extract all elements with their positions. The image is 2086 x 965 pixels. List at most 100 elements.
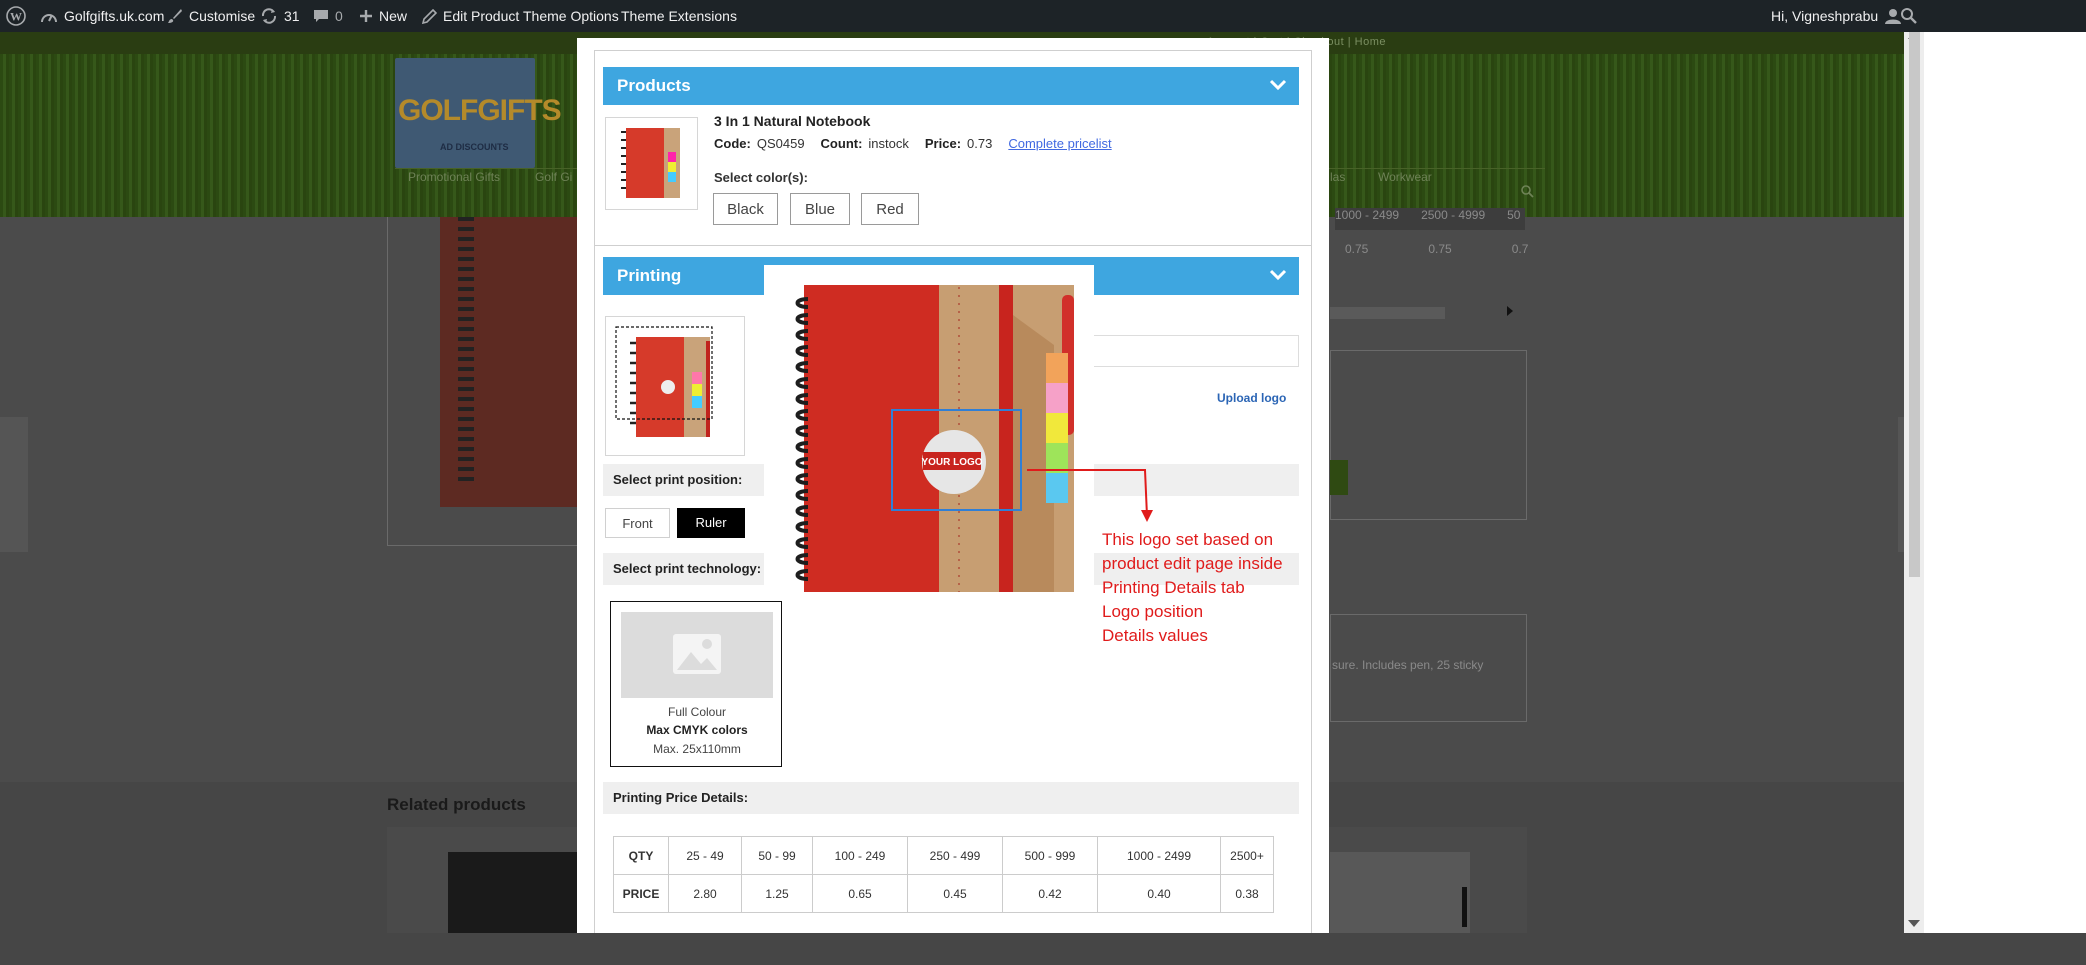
position-front-button[interactable]: Front [605, 508, 670, 538]
upload-logo-link[interactable]: Upload logo [1217, 391, 1286, 405]
technology-option-full-colour[interactable]: Full Colour Max CMYK colors Max. 25x110m… [610, 601, 782, 767]
user-greeting: Hi, Vigneshprabu [1771, 8, 1879, 24]
select-colors-label: Select color(s): [714, 170, 808, 185]
table-scrollbar[interactable] [1330, 307, 1445, 319]
edit-product-link[interactable]: Edit Product [422, 0, 519, 32]
site-name-link[interactable]: Golfgifts.uk.com [40, 0, 164, 32]
description-text: sure. Includes pen, 25 sticky [1332, 658, 1484, 672]
complete-pricelist-link[interactable]: Complete pricelist [1008, 136, 1111, 151]
edit-product-label: Edit Product [443, 8, 520, 24]
theme-extensions-label: Theme Extensions [621, 8, 737, 24]
table-cell: 0.7 [1511, 242, 1529, 256]
printing-price-details-text: Printing Price Details: [613, 790, 749, 805]
related-products-title: Related products [387, 795, 526, 814]
annotation-line: Printing Details tab [1102, 578, 1245, 597]
color-option-blue[interactable]: Blue [790, 193, 850, 225]
color-option-red[interactable]: Red [861, 193, 919, 225]
customise-link[interactable]: Customise [167, 0, 255, 32]
qty-range-cell: 1000 - 2499 [1097, 836, 1221, 875]
table-header-cell: 50 [1507, 208, 1521, 222]
annotation-line: Details values [1102, 626, 1208, 645]
new-link[interactable]: New [359, 0, 407, 32]
chevron-down-icon[interactable] [1269, 79, 1287, 91]
print-position-label-text: Select print position: [613, 472, 743, 487]
products-section-title: Products [617, 76, 691, 95]
theme-options-link[interactable]: Theme Options [523, 0, 619, 32]
price-cell: 2.80 [668, 874, 742, 913]
nav-item-las[interactable]: las [1330, 170, 1345, 210]
table-cell: 0.75 [1428, 242, 1452, 256]
scrollbar-thumb[interactable] [1909, 32, 1920, 577]
comments-count: 0 [335, 8, 343, 24]
your-logo-text: YOUR LOGO [921, 457, 982, 468]
code-label: Code: [714, 136, 751, 151]
dashboard-icon [41, 14, 57, 23]
search-icon[interactable] [1900, 0, 1918, 32]
printing-price-table: QTY 25 - 49 50 - 99 100 - 249 250 - 499 … [613, 836, 1274, 913]
site-logo-text: GOLFGIFTS [398, 94, 562, 127]
nav-search-icon[interactable] [1520, 184, 1534, 198]
product-thumbnail[interactable] [605, 117, 698, 210]
table-cell: 0.75 [1345, 242, 1369, 256]
image-placeholder-icon [673, 634, 721, 674]
theme-extensions-link[interactable]: Theme Extensions [621, 0, 737, 32]
add-to-cart-button[interactable] [1330, 460, 1348, 495]
options-box [1330, 350, 1527, 520]
qty-range-cell: 500 - 999 [1002, 836, 1098, 875]
qty-header: QTY [613, 836, 669, 875]
product-meta: Code: QS0459 Count: instock Price: 0.73 … [714, 136, 1112, 151]
code-value: QS0459 [756, 136, 805, 151]
annotation-line: This logo set based on [1102, 530, 1274, 549]
price-cell: 0.45 [907, 874, 1003, 913]
price-row: PRICE 2.80 1.25 0.65 0.45 0.42 0.40 0.38 [613, 874, 1274, 913]
brush-icon [168, 9, 182, 23]
print-area-thumbnail[interactable] [605, 316, 745, 456]
comment-icon [314, 10, 328, 22]
print-technology-label-text: Select print technology: [613, 561, 762, 576]
page-margin [1924, 32, 2086, 933]
comments-link[interactable]: 0 [313, 0, 343, 32]
gallery-prev-arrow[interactable] [0, 417, 28, 552]
nav-item-golf-gifts[interactable]: Golf Gi [535, 170, 572, 210]
qty-row: QTY 25 - 49 50 - 99 100 - 249 250 - 499 … [613, 836, 1274, 875]
related-product-image[interactable] [448, 852, 578, 933]
svg-text:W: W [10, 10, 22, 24]
account-link[interactable]: Hi, Vigneshprabu [1771, 0, 1902, 32]
qty-range-cell: 50 - 99 [741, 836, 813, 875]
updates-count: 31 [284, 8, 300, 24]
color-option-black[interactable]: Black [713, 193, 778, 225]
count-value: instock [868, 136, 909, 151]
logo-file-field[interactable] [1087, 335, 1299, 367]
theme-options-label: Theme Options [523, 8, 619, 24]
table-header-cell: 1000 - 2499 [1335, 208, 1400, 222]
price-cell: 0.65 [812, 874, 908, 913]
price-table-header: 1000 - 2499 2500 - 4999 50 [1335, 208, 1525, 230]
wordpress-logo-icon[interactable]: W [6, 0, 26, 32]
price-value: 0.73 [967, 136, 993, 151]
count-label: Count: [820, 136, 863, 151]
customise-label: Customise [189, 8, 256, 24]
notebook-preview-image: YOUR LOGO [795, 285, 1074, 592]
price-table-row: 0.75 0.75 0.7 [1345, 242, 1528, 256]
related-product-image[interactable] [1462, 887, 1467, 927]
price-header: PRICE [613, 874, 669, 913]
qty-range-cell: 25 - 49 [668, 836, 742, 875]
technology-colors: Max CMYK colors [646, 723, 748, 737]
qty-range-cell: 100 - 249 [812, 836, 908, 875]
nav-item-workwear[interactable]: Workwear [1378, 170, 1432, 210]
position-ruler-button[interactable]: Ruler [677, 508, 745, 538]
page-scrollbar[interactable] [1904, 32, 1924, 933]
price-cell: 0.42 [1002, 874, 1098, 913]
nav-item-promotional-gifts[interactable]: Promotional Gifts [408, 170, 500, 210]
updates-link[interactable]: 31 [260, 0, 300, 32]
technology-max-size: Max. 25x110mm [653, 742, 741, 756]
annotation-arrow-icon [1027, 469, 1153, 522]
products-section-header[interactable]: Products [603, 67, 1299, 105]
scroll-down-icon[interactable] [1908, 920, 1920, 927]
scroll-right-icon[interactable] [1507, 306, 1513, 316]
annotation-line: product edit page inside [1102, 554, 1283, 573]
price-cell: 1.25 [741, 874, 813, 913]
chevron-down-icon[interactable] [1269, 269, 1287, 281]
related-product-image[interactable] [1330, 852, 1470, 933]
notebook-spiral-icon [458, 217, 474, 487]
